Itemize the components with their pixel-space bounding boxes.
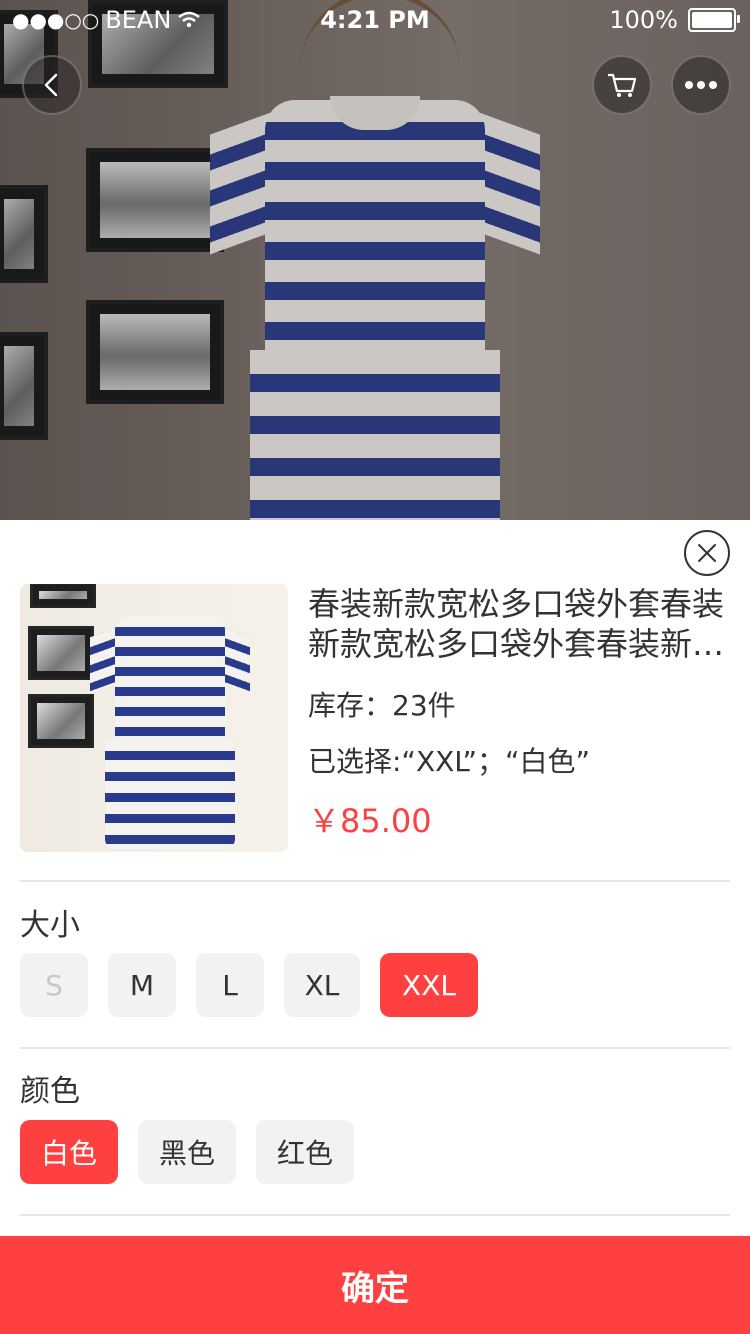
size-option-xl[interactable]: XL: [284, 953, 360, 1017]
divider: [20, 1047, 730, 1049]
more-icon: [685, 81, 717, 89]
size-option-xxl[interactable]: XXL: [380, 953, 478, 1017]
cart-icon: [608, 73, 637, 97]
chevron-left-icon: [44, 73, 58, 97]
product-thumbnail: [20, 584, 288, 852]
size-label: 大小: [20, 908, 80, 943]
selected-sku-text: 已选择:“XXL”；“白色”: [308, 745, 591, 778]
sku-selector-sheet: 春装新款宽松多口袋外套春装新款宽松多口袋外套春装新款宽松多口袋外套 库存：23件…: [0, 520, 750, 1334]
close-button[interactable]: [684, 530, 730, 576]
divider: [20, 1214, 730, 1216]
price: ￥85.00: [308, 802, 432, 840]
battery-percent: 100%: [609, 6, 678, 34]
more-button[interactable]: [671, 55, 731, 115]
product-title: 春装新款宽松多口袋外套春装新款宽松多口袋外套春装新款宽松多口袋外套: [308, 585, 725, 663]
battery-icon: [688, 8, 740, 32]
size-option-m[interactable]: M: [108, 953, 176, 1017]
back-button[interactable]: [22, 55, 82, 115]
stock-text: 库存：23件: [308, 689, 456, 722]
color-options: 白色 黑色 红色: [20, 1120, 354, 1184]
color-label: 颜色: [20, 1074, 80, 1109]
cart-button[interactable]: [592, 55, 652, 115]
confirm-button[interactable]: 确定: [0, 1236, 750, 1334]
color-option-white[interactable]: 白色: [20, 1120, 118, 1184]
divider: [20, 880, 730, 882]
size-option-l[interactable]: L: [196, 953, 264, 1017]
color-option-red[interactable]: 红色: [256, 1120, 354, 1184]
status-bar: ●●●○○ BEAN 4:21 PM 100%: [0, 0, 750, 40]
size-option-s[interactable]: S: [20, 953, 88, 1017]
product-info: 春装新款宽松多口袋外套春装新款宽松多口袋外套春装新款宽松多口袋外套 库存：23件…: [308, 584, 728, 842]
color-option-black[interactable]: 黑色: [138, 1120, 236, 1184]
size-options: S M L XL XXL: [20, 953, 478, 1017]
close-icon: [698, 544, 716, 562]
